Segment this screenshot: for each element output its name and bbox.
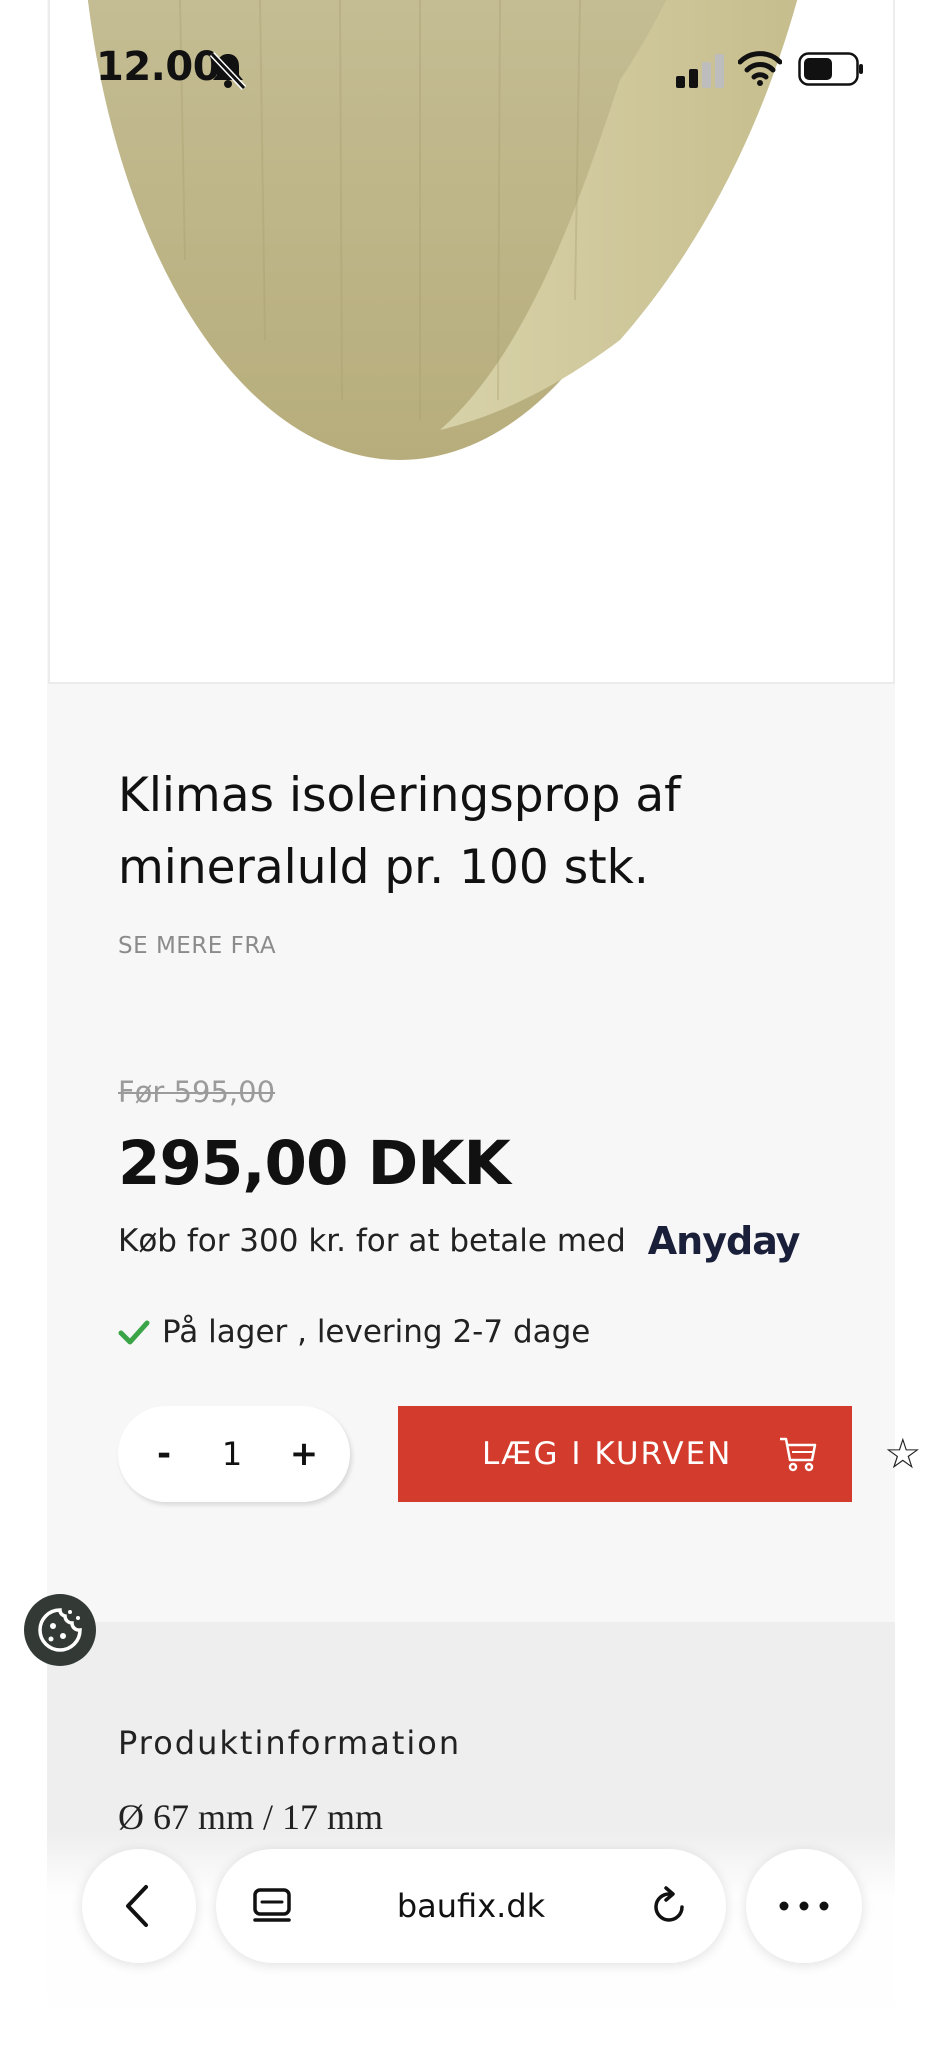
cellular-signal-icon — [676, 54, 724, 88]
cookie-settings-button[interactable] — [24, 1594, 96, 1666]
quantity-stepper: - 1 + — [118, 1406, 350, 1502]
battery-icon — [798, 52, 863, 86]
anyday-payment-info: Køb for 300 kr. for at betale med Anyday — [118, 1216, 801, 1266]
wifi-icon — [738, 51, 782, 86]
bell-slash-icon — [209, 51, 247, 90]
quantity-plus-button[interactable]: + — [274, 1406, 334, 1502]
browser-back-button[interactable] — [82, 1849, 196, 1963]
status-time: 12.00 — [96, 44, 221, 90]
product-title: Klimas isoleringsprop af mineraluld pr. … — [118, 768, 681, 895]
more-icon — [779, 1901, 829, 1911]
wishlist-star-icon[interactable]: ☆ — [884, 1433, 922, 1475]
back-arrow-icon — [126, 1885, 148, 1927]
reload-icon[interactable] — [648, 1885, 690, 1927]
address-bar[interactable]: baufix.dk — [216, 1849, 726, 1963]
anyday-logo: Anyday — [647, 1219, 801, 1263]
status-bar: 12.00 — [0, 0, 944, 140]
stock-text: På lager , levering 2-7 dage — [162, 1314, 591, 1350]
add-to-cart-label: LÆG I KURVEN — [482, 1436, 733, 1472]
stock-status: På lager , levering 2-7 dage — [118, 1310, 590, 1354]
current-price: 295,00 DKK — [118, 1128, 511, 1199]
browser-more-button[interactable] — [746, 1849, 862, 1963]
quantity-input[interactable]: 1 — [200, 1406, 264, 1502]
anyday-text: Køb for 300 kr. for at betale med — [118, 1223, 626, 1259]
check-icon — [118, 1320, 150, 1345]
old-price: Før 595,00 — [118, 1075, 276, 1109]
cart-icon — [780, 1437, 817, 1472]
product-info-title: Produktinformation — [118, 1724, 462, 1762]
quantity-minus-button[interactable]: - — [134, 1406, 194, 1502]
see-more-from-link[interactable]: SE MERE FRA — [118, 933, 276, 959]
cookie-icon — [38, 1608, 82, 1652]
add-to-cart-button[interactable]: LÆG I KURVEN — [398, 1406, 852, 1502]
